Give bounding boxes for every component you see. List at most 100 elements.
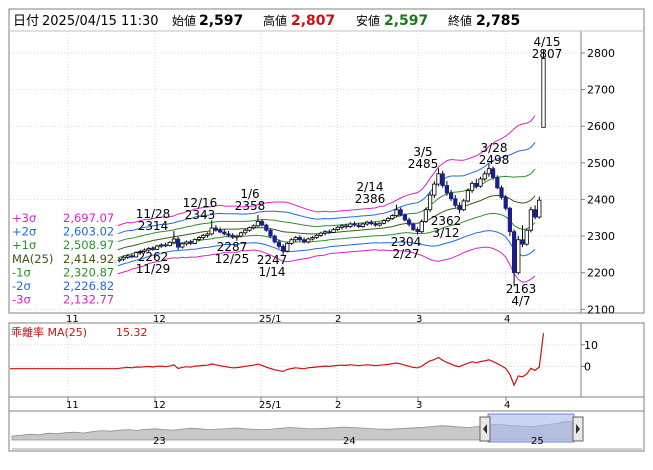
bollinger-legend: +3σ 2,697.07 +2σ 2,603.02 +1σ 2,508.97 MA(25) 2…	[10, 211, 118, 308]
axis-tick-label: 3	[416, 400, 422, 411]
price-tick-label: 2700	[587, 84, 615, 97]
legend-key: +1σ	[12, 238, 36, 252]
deviation-panel-frame	[8, 322, 645, 398]
price-annotation: 22471/14	[257, 253, 288, 279]
candle-body	[402, 214, 408, 221]
price-tick-label: 2400	[587, 193, 615, 206]
annotation-value: 2807	[532, 47, 563, 61]
candle-body	[251, 225, 256, 229]
legend-value: 2,508.97	[63, 238, 114, 252]
price-tick-label: 2100	[587, 303, 615, 316]
candle-body	[192, 238, 197, 244]
axis-tick-label: 25/1	[259, 400, 281, 411]
candle-body	[398, 209, 403, 216]
candle-body	[482, 173, 487, 180]
candle	[167, 241, 172, 247]
date-value: 2025/04/15 11:30	[42, 14, 159, 29]
candle-body	[381, 220, 387, 224]
candle	[490, 166, 496, 180]
candle-body	[360, 223, 366, 227]
legend-key: -2σ	[12, 279, 31, 293]
candle-body	[276, 241, 282, 247]
candle-body	[306, 238, 311, 243]
candle	[461, 198, 466, 212]
annotation-value: 2485	[408, 157, 439, 171]
price-annotation: 23042/27	[391, 235, 422, 261]
candle-body	[507, 207, 513, 233]
price-annotation: 12/162343	[183, 196, 218, 222]
deviation-value: 15.32	[116, 326, 148, 339]
candle-body	[533, 209, 538, 218]
candle-body	[230, 234, 235, 238]
candle-body	[327, 231, 332, 234]
date-label: 日付	[13, 14, 39, 29]
annotation-date: 3/12	[433, 226, 460, 240]
close-label: 終値	[448, 13, 472, 28]
candle-body	[243, 229, 248, 234]
candle	[528, 206, 534, 233]
candle	[285, 241, 290, 253]
candle-body	[541, 58, 546, 128]
candle	[264, 223, 269, 232]
axis-tick-label: 4	[504, 400, 510, 411]
candle-body	[427, 194, 433, 211]
legend-key: +3σ	[12, 211, 36, 225]
candle-body	[268, 229, 273, 237]
candle-body	[285, 243, 290, 252]
candle-body	[343, 225, 349, 228]
candle-body	[406, 219, 412, 225]
candle-body	[201, 234, 206, 238]
candle-body	[310, 237, 315, 240]
candle-body	[373, 223, 378, 226]
legend-key: MA(25)	[12, 252, 53, 266]
price-tick-label: 2800	[587, 47, 615, 60]
candle	[411, 222, 416, 231]
price-annotation: 3/282498	[479, 141, 510, 167]
candle-body	[167, 241, 172, 247]
candle-body	[171, 238, 176, 243]
navigator-scrollbar[interactable]	[12, 448, 642, 450]
candle-body	[423, 209, 429, 222]
candle-body	[512, 231, 517, 274]
candle-body	[537, 199, 542, 218]
legend-value: 2,697.07	[63, 211, 114, 225]
candle-body	[339, 225, 345, 228]
candle	[402, 213, 408, 222]
close-value: 2,785	[476, 13, 520, 29]
candle	[495, 175, 500, 190]
price-tick-label: 2500	[587, 157, 615, 170]
candle-body	[465, 190, 471, 202]
price-annotation: 226211/29	[136, 250, 171, 276]
legend-value: 2,603.02	[63, 225, 114, 239]
annotation-value: 2498	[479, 153, 510, 167]
candle	[465, 188, 471, 203]
candle-body	[503, 196, 508, 209]
candle-body	[159, 244, 164, 247]
candle-body	[280, 245, 286, 252]
candle-body	[461, 200, 466, 211]
legend-key: -3σ	[12, 293, 31, 307]
high-value: 2,807	[291, 13, 335, 29]
candle-body	[432, 183, 437, 196]
candle-body	[293, 237, 298, 241]
deviation-tick-label: 0	[584, 361, 591, 374]
axis-tick-label: 2	[335, 400, 341, 411]
candle-body	[121, 256, 126, 260]
navigator-right-handle[interactable]	[572, 416, 584, 442]
navigator-year-label: 23	[153, 436, 166, 447]
annotation-value: 2343	[185, 208, 216, 222]
annotation-date: 1/14	[259, 265, 286, 279]
candle-body	[364, 221, 370, 225]
candle-body	[457, 204, 462, 211]
candle-body	[440, 173, 445, 186]
candle-body	[255, 221, 261, 227]
price-tick-label: 2200	[587, 267, 615, 280]
candle	[268, 228, 273, 238]
candle	[503, 195, 508, 211]
candle-body	[234, 235, 239, 238]
navigator-left-handle[interactable]	[479, 416, 491, 442]
low-value: 2,597	[384, 13, 428, 29]
annotation-value: 2386	[355, 192, 386, 206]
candle-body	[322, 231, 328, 234]
candle-body	[495, 177, 500, 189]
